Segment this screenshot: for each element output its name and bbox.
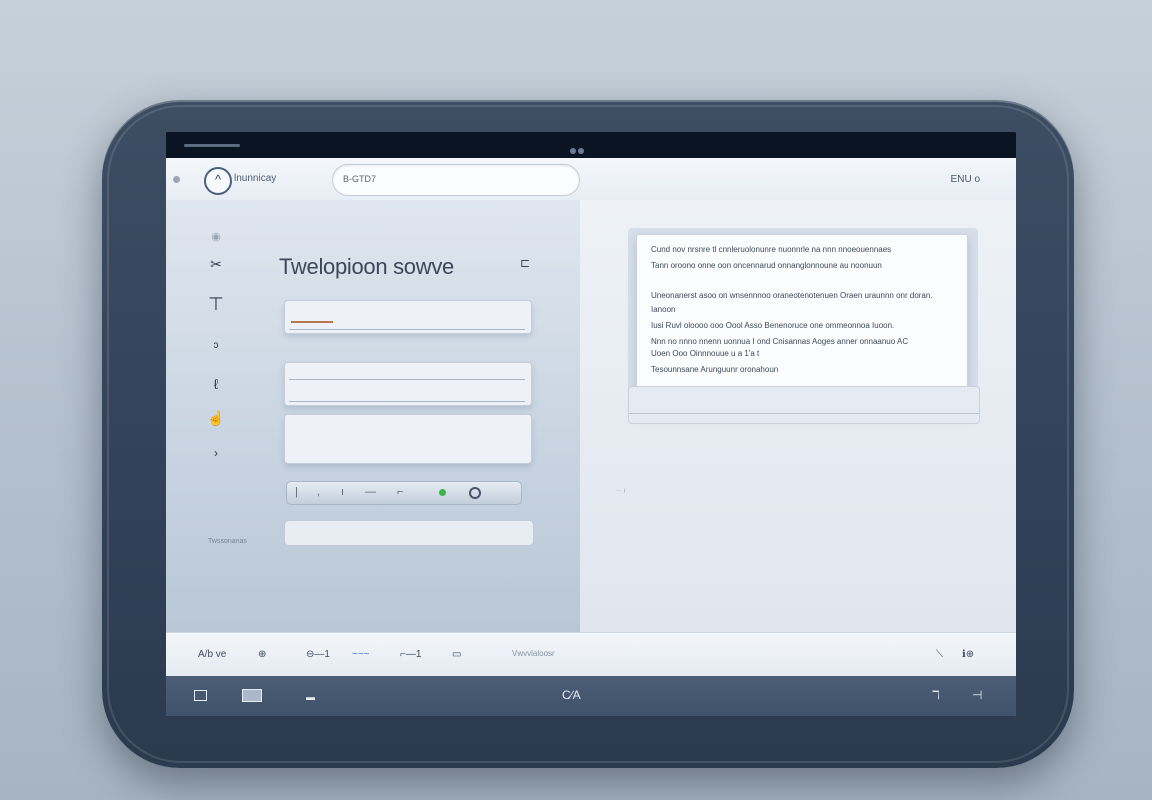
field-underline — [289, 329, 525, 330]
doc-line: Ianoon — [651, 305, 676, 314]
doc-line: Cund nov nrsnre tl cnnleruolonunre nuonn… — [651, 245, 892, 254]
bottom-field[interactable] — [284, 520, 534, 546]
notes-field[interactable] — [284, 414, 532, 464]
status-bar: A/b ve ⊕ ⊖—1 ~~~ ⌐—1 ▭ Vwvvlaloosr ⟍ ℹ⊕ — [166, 632, 1016, 677]
doc-line: Nnn no nnno nnenn uonnua I ond Cnisannas… — [651, 337, 909, 346]
address-field[interactable] — [284, 362, 532, 406]
record-icon[interactable] — [469, 487, 481, 499]
notch-bar — [166, 132, 1016, 158]
logo-chevron-icon[interactable]: ^ — [204, 167, 232, 195]
edit-icon[interactable]: ⊏ — [520, 256, 530, 270]
toolbar-dash-icon[interactable]: — — [365, 486, 376, 498]
brand-label: lnunnicay — [234, 173, 277, 184]
search-icon[interactable]: ɔ — [206, 340, 226, 351]
notch-indicator — [184, 144, 240, 147]
dock: ▬ C∕A ℸ ⊣ — [166, 676, 1016, 716]
doc-line: Tann oroono onne oon oncennarud onnanglo… — [651, 261, 882, 270]
arrow-icon[interactable]: › — [206, 446, 226, 460]
search-value: B-GTD7 — [343, 174, 377, 184]
status-item: Vwvvlaloosr — [512, 649, 555, 658]
left-pane: ◉ ✂ ⊤ ɔ ℓ ☝ › Twelopioon sowve ⊏ | , ı —… — [166, 200, 580, 632]
comment-field[interactable] — [628, 386, 980, 424]
right-pane: Cund nov nrsnre tl cnnleruolonunre nuonn… — [580, 200, 1016, 632]
page-title: Twelopioon sowve — [279, 254, 454, 279]
display-icon[interactable] — [242, 689, 262, 702]
status-item[interactable]: ▭ — [452, 649, 461, 660]
menu-dot-icon[interactable] — [173, 176, 180, 183]
screen: ^ lnunnicay B-GTD7 ENU o ◉ ✂ ⊤ ɔ ℓ ☝ › T… — [166, 132, 1016, 716]
text-icon[interactable]: ⊤ — [206, 294, 226, 315]
status-right-item[interactable]: ⟍ — [936, 649, 943, 660]
field-divider — [289, 379, 525, 380]
faint-mark: ·· ı — [616, 486, 626, 495]
format-toolbar: | , ı — ⌐ — [286, 481, 522, 505]
toolbar-comma-icon[interactable]: , — [317, 486, 320, 498]
doc-line: Tesounnsane Arunguunr oronahoun — [651, 365, 779, 374]
app-window: ^ lnunnicay B-GTD7 ENU o ◉ ✂ ⊤ ɔ ℓ ☝ › T… — [166, 158, 1016, 716]
status-item[interactable]: A/b ve — [198, 649, 226, 660]
field-underline — [289, 401, 525, 402]
search-input[interactable]: B-GTD7 — [332, 164, 580, 196]
doc-line: Uneonanerst asoo on wnsennnoo oraneoteno… — [651, 291, 933, 300]
status-item[interactable]: ⌐—1 — [400, 649, 421, 660]
dock-center-label[interactable]: C∕A — [562, 688, 581, 702]
camera-icon — [570, 141, 586, 154]
status-online-icon — [439, 489, 446, 496]
field-underline — [629, 413, 979, 414]
window-icon[interactable] — [194, 690, 207, 701]
toolbar-italic-icon[interactable]: ı — [341, 486, 344, 498]
user-icon[interactable]: ◉ — [206, 230, 226, 243]
status-item[interactable]: ⊕ — [258, 649, 266, 660]
status-item[interactable]: ⊖—1 — [306, 649, 330, 660]
status-right-item[interactable]: ℹ⊕ — [962, 649, 974, 660]
toolbar-bar-icon[interactable]: | — [295, 486, 298, 498]
name-field[interactable] — [284, 300, 532, 334]
footer-label: Twssonanas — [208, 538, 247, 545]
minimize-icon[interactable]: ▬ — [306, 692, 315, 702]
toolbar-bracket-icon[interactable]: ⌐ — [397, 486, 403, 498]
doc-line: Uoen Ooo Oinnnouue u a 1'a t — [651, 349, 760, 358]
field-cursor — [291, 321, 333, 323]
list-icon[interactable]: ℓ — [206, 376, 226, 392]
dock-right-item[interactable]: ⊣ — [972, 688, 982, 702]
top-bar: ^ lnunnicay B-GTD7 ENU o — [166, 158, 1016, 201]
doc-line: Iusi Ruvl oloooo ooo Oool Asso Benenoruc… — [651, 321, 895, 330]
tools-icon[interactable]: ✂ — [206, 256, 226, 273]
hand-icon[interactable]: ☝ — [206, 410, 226, 427]
status-item[interactable]: ~~~ — [352, 649, 370, 660]
top-right-label[interactable]: ENU o — [951, 174, 980, 185]
dock-right-item[interactable]: ℸ — [932, 688, 940, 702]
